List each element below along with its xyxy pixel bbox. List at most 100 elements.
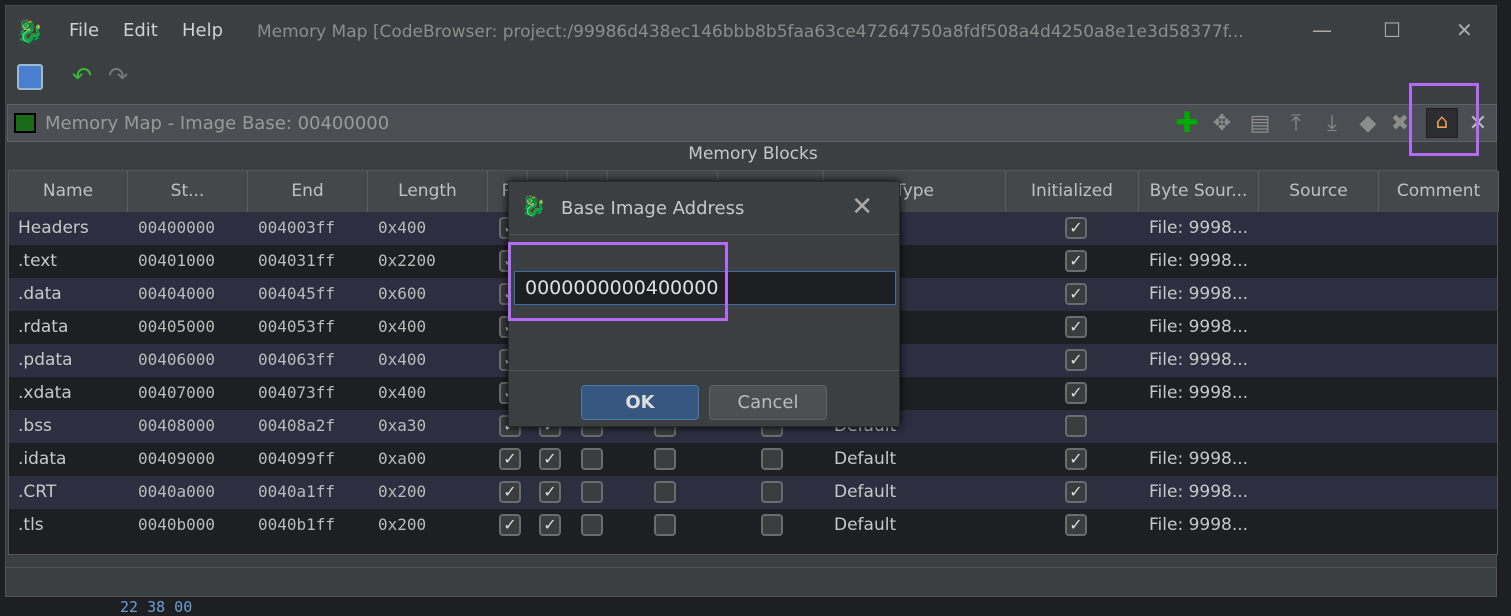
cell-name: .xdata: [18, 383, 72, 403]
window-title: Memory Map [CodeBrowser: project:/99986d…: [257, 22, 1244, 42]
cancel-button[interactable]: Cancel: [709, 385, 827, 420]
cell-byte-source: File: 9998...: [1149, 218, 1249, 238]
cell-end: 004099ff: [258, 449, 336, 468]
status-bar: [5, 567, 1497, 597]
cell-end: 004045ff: [258, 284, 336, 303]
volatile-checkbox[interactable]: [654, 448, 676, 470]
cell-start: 00405000: [138, 317, 216, 336]
execute-checkbox[interactable]: [581, 481, 603, 503]
expand-down-icon[interactable]: ⤓: [1318, 111, 1346, 136]
table-row[interactable]: .idata 00409000 004099ff 0xa00 ✓ ✓ Default ✓ Fil…: [9, 443, 1497, 476]
write-checkbox[interactable]: ✓: [539, 514, 561, 536]
cell-end: 004003ff: [258, 218, 336, 237]
cell-name: .idata: [18, 449, 67, 469]
execute-checkbox[interactable]: [581, 514, 603, 536]
cell-end: 0040a1ff: [258, 482, 336, 501]
column-header[interactable]: Source: [1259, 171, 1379, 212]
write-checkbox[interactable]: ✓: [539, 448, 561, 470]
cell-start: 00404000: [138, 284, 216, 303]
minimize-button[interactable]: —: [1312, 18, 1332, 42]
initialized-checkbox[interactable]: ✓: [1065, 448, 1087, 470]
table-row[interactable]: .tls 0040b000 0040b1ff 0x200 ✓ ✓ Default ✓ File:…: [9, 509, 1497, 542]
cell-end: 004063ff: [258, 350, 336, 369]
initialized-checkbox[interactable]: ✓: [1065, 349, 1087, 371]
initialized-checkbox[interactable]: ✓: [1065, 514, 1087, 536]
cell-byte-source: File: 9998...: [1149, 515, 1249, 535]
initialized-checkbox[interactable]: ✓: [1065, 283, 1087, 305]
initialized-checkbox[interactable]: ✓: [1065, 217, 1087, 239]
column-header[interactable]: Name: [9, 171, 128, 212]
cell-length: 0x400: [378, 350, 427, 369]
table-row[interactable]: .CRT 0040a000 0040a1ff 0x200 ✓ ✓ Default ✓ File:…: [9, 476, 1497, 509]
initialized-checkbox[interactable]: ✓: [1065, 250, 1087, 272]
merge-blocks-icon[interactable]: ◆: [1354, 111, 1382, 136]
read-checkbox[interactable]: ✓: [499, 514, 521, 536]
cell-start: 0040b000: [138, 515, 216, 534]
cell-start: 00401000: [138, 251, 216, 270]
initialized-checkbox[interactable]: ✓: [1065, 382, 1087, 404]
close-window-button[interactable]: ✕: [1456, 18, 1473, 42]
read-checkbox[interactable]: ✓: [499, 481, 521, 503]
cell-name: .data: [18, 284, 62, 304]
cell-byte-source: File: 9998...: [1149, 350, 1249, 370]
dialog-close-button[interactable]: ✕: [851, 192, 873, 222]
undo-icon[interactable]: ↶: [72, 62, 92, 90]
cell-byte-source: File: 9998...: [1149, 284, 1249, 304]
column-header[interactable]: Length: [368, 171, 488, 212]
cell-start: 00407000: [138, 383, 216, 402]
cell-length: 0xa00: [378, 449, 427, 468]
memory-chip-icon: [14, 113, 36, 133]
cell-byte-source: File: 9998...: [1149, 449, 1249, 469]
volatile-checkbox[interactable]: [654, 514, 676, 536]
menu-edit[interactable]: Edit: [123, 20, 158, 41]
cell-end: 004073ff: [258, 383, 336, 402]
dialog-title: Base Image Address: [561, 198, 745, 219]
write-checkbox[interactable]: ✓: [539, 481, 561, 503]
panel-header: Memory Map - Image Base: 00400000 ✚ ✥ ▤ …: [7, 104, 1497, 142]
overlay-checkbox[interactable]: [761, 448, 783, 470]
maximize-button[interactable]: ☐: [1383, 18, 1401, 42]
save-icon[interactable]: [17, 64, 43, 90]
menu-file[interactable]: File: [69, 20, 99, 41]
redo-icon[interactable]: ↷: [108, 62, 128, 90]
expand-up-icon[interactable]: ⤒: [1282, 111, 1310, 136]
cell-name: .pdata: [18, 350, 73, 370]
column-header[interactable]: Comment: [1379, 171, 1499, 212]
background-text: 22 38 00: [120, 598, 193, 616]
ok-button[interactable]: OK: [581, 385, 699, 420]
initialized-checkbox[interactable]: ✓: [1065, 481, 1087, 503]
cell-start: 00408000: [138, 416, 216, 435]
cell-name: .bss: [18, 416, 52, 436]
initialized-checkbox[interactable]: [1065, 415, 1087, 437]
add-block-icon[interactable]: ✚: [1173, 106, 1201, 139]
cell-length: 0x2200: [378, 251, 436, 270]
cell-name: Headers: [18, 218, 89, 238]
cell-length: 0x200: [378, 482, 427, 501]
cell-end: 00408a2f: [258, 416, 336, 435]
highlight-box: [508, 242, 728, 321]
initialized-checkbox[interactable]: ✓: [1065, 316, 1087, 338]
column-header[interactable]: Byte Sour...: [1139, 171, 1259, 212]
column-header[interactable]: St...: [128, 171, 248, 212]
read-checkbox[interactable]: ✓: [499, 448, 521, 470]
column-header[interactable]: Initialized: [1006, 171, 1139, 212]
cell-length: 0x400: [378, 218, 427, 237]
execute-checkbox[interactable]: [581, 448, 603, 470]
cell-length: 0x400: [378, 383, 427, 402]
move-block-icon[interactable]: ✥: [1208, 111, 1236, 136]
menu-help[interactable]: Help: [182, 20, 223, 41]
split-block-icon[interactable]: ▤: [1246, 111, 1274, 136]
overlay-checkbox[interactable]: [761, 481, 783, 503]
cell-name: .tls: [18, 515, 44, 535]
cell-length: 0x400: [378, 317, 427, 336]
cell-start: 0040a000: [138, 482, 216, 501]
cell-type: Default: [834, 449, 897, 469]
column-header[interactable]: End: [248, 171, 368, 212]
volatile-checkbox[interactable]: [654, 481, 676, 503]
cell-length: 0xa30: [378, 416, 427, 435]
overlay-checkbox[interactable]: [761, 514, 783, 536]
cell-start: 00409000: [138, 449, 216, 468]
cell-start: 00400000: [138, 218, 216, 237]
cell-start: 00406000: [138, 350, 216, 369]
cell-byte-source: File: 9998...: [1149, 383, 1249, 403]
